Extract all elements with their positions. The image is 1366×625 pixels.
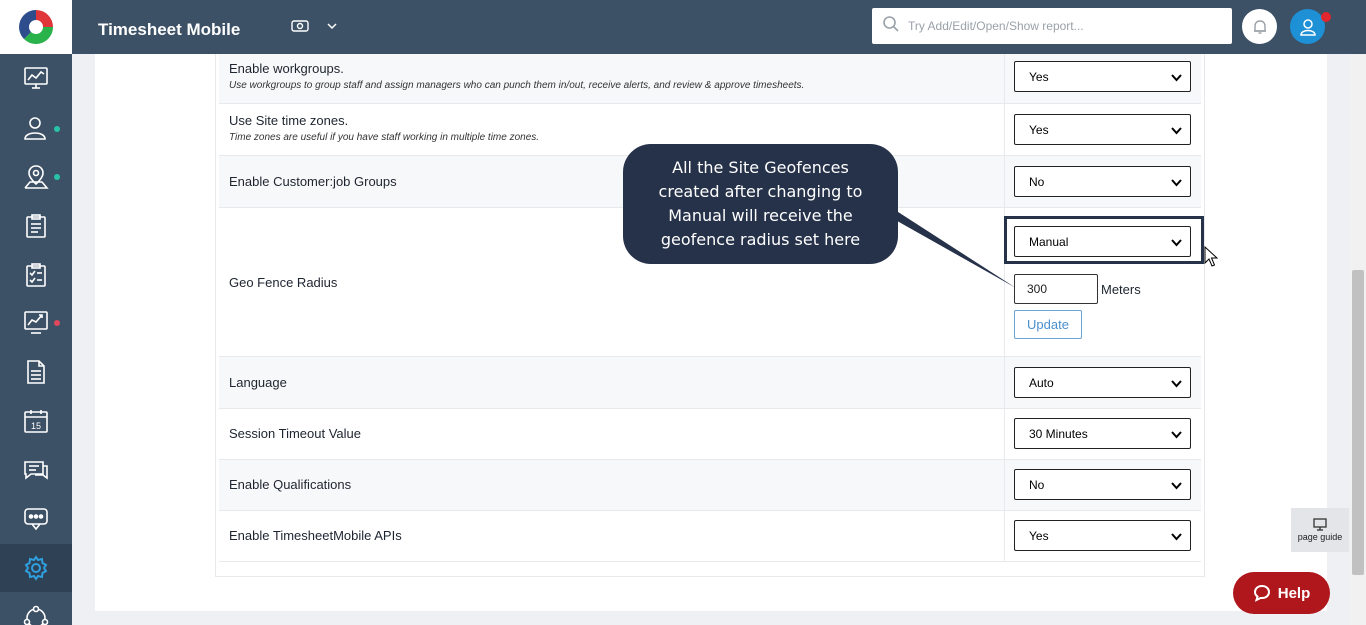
sidebar-item-schedule[interactable]: 15 bbox=[0, 397, 72, 445]
session-timeout-select[interactable]: 30 Minutes bbox=[1014, 418, 1191, 449]
tooltip-line: geofence radius set here bbox=[660, 230, 861, 249]
monitor-icon bbox=[1313, 518, 1327, 531]
chevron-down-icon bbox=[1171, 482, 1182, 490]
setting-label: Enable TimesheetMobile APIs bbox=[229, 528, 402, 543]
money-icon[interactable] bbox=[291, 17, 309, 40]
sidebar-item-sms[interactable] bbox=[0, 494, 72, 542]
setting-label: Enable Qualifications bbox=[229, 477, 352, 492]
page-guide-label: page guide bbox=[1297, 532, 1343, 542]
workgroups-select[interactable]: Yes bbox=[1014, 61, 1191, 92]
sidebar-item-staff[interactable] bbox=[0, 104, 72, 152]
chevron-down-icon bbox=[1171, 74, 1182, 82]
sidebar-item-integrations[interactable] bbox=[0, 598, 72, 625]
chat-icon bbox=[24, 461, 48, 480]
setting-label: Enable Customer:job Groups bbox=[229, 174, 397, 189]
user-icon bbox=[1299, 18, 1316, 36]
setting-label: Language bbox=[229, 375, 287, 390]
setting-description: Time zones are useful if you have staff … bbox=[229, 132, 540, 143]
clipboard-list-icon bbox=[26, 214, 46, 238]
chart-screen-icon bbox=[24, 67, 48, 89]
help-button[interactable]: Help bbox=[1233, 572, 1330, 614]
chevron-down-icon[interactable] bbox=[326, 19, 338, 37]
gear-icon bbox=[24, 555, 48, 581]
setting-label: Geo Fence Radius bbox=[229, 275, 338, 290]
app-logo[interactable] bbox=[0, 0, 72, 54]
setting-label: Enable workgroups. bbox=[229, 61, 344, 76]
search-box[interactable] bbox=[872, 8, 1232, 44]
users-icon bbox=[24, 117, 46, 140]
select-value: Yes bbox=[1029, 528, 1049, 543]
chevron-down-icon bbox=[1171, 179, 1182, 187]
language-select[interactable]: Auto bbox=[1014, 367, 1191, 398]
sidebar-item-sites[interactable] bbox=[0, 153, 72, 201]
map-pin-icon bbox=[24, 165, 49, 189]
chat-bubble-icon bbox=[1253, 584, 1270, 602]
customer-job-groups-select[interactable]: No bbox=[1014, 166, 1191, 197]
sidebar-item-messages[interactable] bbox=[0, 446, 72, 494]
select-value: No bbox=[1029, 174, 1045, 189]
input-value: 300 bbox=[1027, 282, 1048, 296]
search-icon bbox=[882, 15, 900, 38]
app-title: Timesheet Mobile bbox=[98, 20, 241, 39]
sidebar-item-settings[interactable] bbox=[0, 544, 72, 592]
sidebar-item-reports[interactable] bbox=[0, 298, 72, 346]
settings-row-workgroups: Enable workgroups. Use workgroups to gro… bbox=[219, 54, 1201, 104]
select-value: Yes bbox=[1029, 69, 1049, 84]
scrollbar-thumb[interactable] bbox=[1352, 270, 1364, 575]
api-select[interactable]: Yes bbox=[1014, 520, 1191, 551]
search-input[interactable] bbox=[908, 19, 1228, 33]
chevron-down-icon bbox=[1171, 533, 1182, 541]
tooltip-line: Manual will receive the bbox=[668, 206, 853, 225]
select-value: 30 Minutes bbox=[1029, 426, 1088, 441]
chevron-down-icon bbox=[1171, 431, 1182, 439]
radius-unit-label: Meters bbox=[1101, 282, 1141, 297]
user-status-dot bbox=[1321, 12, 1331, 22]
sidebar-item-documents[interactable] bbox=[0, 348, 72, 396]
user-menu-button[interactable] bbox=[1290, 9, 1325, 44]
status-dot bbox=[54, 174, 60, 180]
sidebar: 15 bbox=[0, 0, 72, 625]
bell-icon bbox=[1253, 19, 1266, 34]
status-dot bbox=[54, 126, 60, 132]
update-button[interactable]: Update bbox=[1014, 310, 1082, 339]
setting-description: Use workgroups to group staff and assign… bbox=[229, 80, 805, 91]
document-icon bbox=[27, 360, 45, 384]
help-label: Help bbox=[1277, 584, 1311, 602]
share-icon bbox=[23, 605, 49, 625]
logo-icon bbox=[19, 10, 53, 44]
status-dot bbox=[54, 320, 60, 326]
settings-row-session-timeout: Session Timeout Value 30 Minutes bbox=[219, 409, 1201, 460]
sidebar-item-dashboard[interactable] bbox=[0, 54, 72, 102]
setting-label: Session Timeout Value bbox=[229, 426, 361, 441]
guide-tooltip: All the Site Geofences created after cha… bbox=[623, 144, 898, 264]
tooltip-line: All the Site Geofences bbox=[672, 158, 849, 177]
setting-label: Use Site time zones. bbox=[229, 113, 349, 128]
calendar-icon: 15 bbox=[24, 410, 48, 433]
select-value: Yes bbox=[1029, 122, 1049, 137]
message-dots-icon bbox=[24, 508, 48, 531]
sidebar-item-timesheets[interactable] bbox=[0, 251, 72, 299]
settings-row-qualifications: Enable Qualifications No bbox=[219, 460, 1201, 511]
tooltip-line: created after changing to bbox=[658, 182, 863, 201]
qualifications-select[interactable]: No bbox=[1014, 469, 1191, 500]
select-value: No bbox=[1029, 477, 1045, 492]
focus-highlight bbox=[1004, 216, 1204, 264]
geofence-radius-input[interactable]: 300 bbox=[1014, 274, 1098, 304]
svg-text:15: 15 bbox=[31, 421, 41, 431]
settings-row-api: Enable TimesheetMobile APIs Yes bbox=[219, 511, 1201, 562]
settings-row-language: Language Auto bbox=[219, 357, 1201, 409]
select-value: Auto bbox=[1029, 375, 1054, 390]
notifications-button[interactable] bbox=[1242, 9, 1277, 44]
top-bar: Timesheet Mobile bbox=[72, 0, 1366, 54]
mouse-cursor-icon bbox=[1204, 246, 1218, 267]
site-timezones-select[interactable]: Yes bbox=[1014, 114, 1191, 145]
checklist-icon bbox=[26, 263, 46, 287]
chevron-down-icon bbox=[1171, 380, 1182, 388]
page-guide-button[interactable]: page guide bbox=[1291, 508, 1349, 552]
sidebar-item-jobs[interactable] bbox=[0, 202, 72, 250]
trend-chart-icon bbox=[24, 311, 48, 334]
chevron-down-icon bbox=[1171, 127, 1182, 135]
